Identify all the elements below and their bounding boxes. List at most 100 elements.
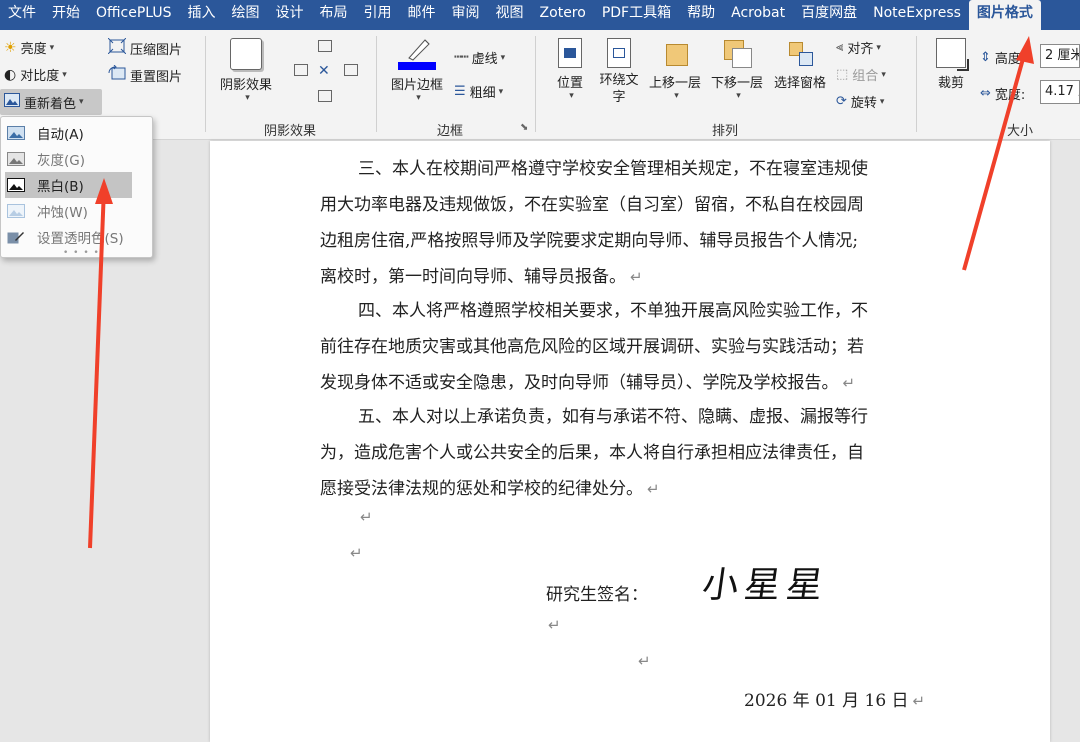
dashes-icon: ┅┅ <box>454 50 469 65</box>
paragraph-mark-icon: ↵ <box>638 652 651 670</box>
document-line-text: 五、本人对以上承诺负责，如有与承诺不符、隐瞒、虚报、漏报等行 <box>358 407 868 427</box>
align-button[interactable]: ⫷ 对齐 ▾ <box>836 38 881 57</box>
recolor-menu-item[interactable]: 自动(A) <box>5 120 132 146</box>
dashes-button[interactable]: ┅┅ 虚线 ▾ <box>454 48 505 67</box>
recolor-button[interactable]: 重新着色 ▾ <box>0 89 102 115</box>
auto-recolor-icon <box>7 126 25 140</box>
shadow-effects-button[interactable]: 阴影效果 ▾ <box>216 38 276 103</box>
menu-tab[interactable]: Acrobat <box>723 0 793 30</box>
handwritten-signature: 小星星 <box>699 565 832 606</box>
group-separator <box>205 36 206 132</box>
document-line: 四、本人将严格遵照学校相关要求，不单独开展高风险实验工作，不 <box>358 296 868 321</box>
washout-icon <box>7 204 25 218</box>
compress-pictures-button[interactable]: 压缩图片 <box>107 37 182 58</box>
send-backward-icon <box>722 38 752 68</box>
size-group-label: 大小 <box>1006 124 1033 139</box>
menu-tab[interactable]: OfficePLUS <box>88 0 180 30</box>
shadow-nudge-up-icon[interactable] <box>318 40 332 52</box>
paragraph-mark-icon: ↵ <box>360 508 373 526</box>
crop-button[interactable]: 裁剪 <box>926 38 976 91</box>
menu-tab[interactable]: NoteExpress <box>865 0 969 30</box>
chevron-down-icon: ▾ <box>49 42 55 53</box>
menu-tab[interactable]: 审阅 <box>444 0 488 30</box>
ribbon: ☀ 亮度 ▾ ◐ 对比度 ▾ 重新着色 ▾ 压缩图片 重置图片 阴影效果 ▾ ✕ 阴影… <box>0 30 1080 140</box>
recolor-menu-item-label: 设置透明色(S) <box>37 231 124 247</box>
weight-button[interactable]: ☰ 粗细 ▾ <box>454 82 503 101</box>
brightness-button[interactable]: ☀ 亮度 ▾ <box>4 38 55 58</box>
reset-picture-button[interactable]: 重置图片 <box>108 64 182 85</box>
selection-pane-button[interactable]: 选择窗格 <box>770 38 830 91</box>
document-line-text: 前往存在地质灾害或其他高危风险的区域开展调研、实验与实践活动；若 <box>320 337 864 357</box>
menu-tab[interactable]: Zotero <box>532 0 594 30</box>
rotate-button[interactable]: ⟳ 旋转 ▾ <box>836 92 884 111</box>
recolor-menu-item[interactable]: 黑白(B) <box>5 172 132 198</box>
position-button[interactable]: 位置 ▾ <box>550 38 590 101</box>
chevron-down-icon: ▾ <box>79 97 84 107</box>
black-white-icon <box>7 178 25 192</box>
grayscale-icon <box>7 152 25 166</box>
group-separator <box>916 36 917 132</box>
menu-tab[interactable]: 文件 <box>0 0 44 30</box>
menu-tab[interactable]: 设计 <box>268 0 312 30</box>
group-button[interactable]: ⬚ 组合 ▾ <box>836 65 886 84</box>
reset-picture-icon <box>108 64 126 85</box>
shadow-nudge-down-icon[interactable] <box>318 90 332 102</box>
menu-tab[interactable]: 插入 <box>180 0 224 30</box>
menu-tab[interactable]: 视图 <box>488 0 532 30</box>
rotate-icon: ⟳ <box>836 94 847 109</box>
group-objects-icon: ⬚ <box>836 67 849 82</box>
wrap-text-button[interactable]: 环绕文字 <box>594 38 644 106</box>
menu-tab[interactable]: 绘图 <box>224 0 268 30</box>
document-line: 发现身体不适或安全隐患，及时向导师（辅导员）、学院及学校报告。 ↵ <box>320 368 855 393</box>
menu-tab[interactable]: 邮件 <box>400 0 444 30</box>
recolor-menu-item-label: 黑白(B) <box>37 179 84 195</box>
bring-forward-button[interactable]: 上移一层 ▾ <box>646 38 704 101</box>
menu-tab[interactable]: 引用 <box>356 0 400 30</box>
border-color-swatch <box>398 62 436 70</box>
border-group-label: 边框 <box>436 124 463 139</box>
recolor-menu-item[interactable]: 设置透明色(S) <box>5 224 132 250</box>
crop-icon <box>936 38 969 71</box>
menu-tab[interactable]: 开始 <box>44 0 88 30</box>
menu-tab[interactable]: 图片格式 <box>968 0 1041 30</box>
menu-tab[interactable]: PDF工具箱 <box>594 0 679 30</box>
chevron-down-icon: ▾ <box>674 91 679 101</box>
send-backward-button[interactable]: 下移一层 ▾ <box>708 38 766 101</box>
picture-border-button[interactable]: 图片边框 ▾ <box>386 36 448 103</box>
height-input[interactable]: 2 厘米 <box>1040 44 1080 68</box>
document-line: 为，造成危害个人或公共安全的后果，本人将自行承担相应法律责任，自 <box>320 438 864 463</box>
shadow-nudge-left-icon[interactable] <box>294 64 308 76</box>
menu-tab[interactable]: 百度网盘 <box>793 0 865 30</box>
shadow-toggle-icon[interactable]: ✕ <box>318 64 334 78</box>
align-icon: ⫷ <box>836 40 844 55</box>
chevron-down-icon: ▾ <box>245 93 250 103</box>
recolor-menu-item[interactable]: 灰度(G) <box>5 146 132 172</box>
paragraph-mark-icon: ↵ <box>548 616 561 634</box>
width-input[interactable]: 4.17 厘 <box>1040 80 1080 104</box>
height-icon: ⇕ <box>980 50 991 65</box>
chevron-down-icon: ▾ <box>876 42 881 53</box>
document-line-text: 愿接受法律法规的惩处和学校的纪律处分。 <box>320 479 643 499</box>
document-line-text: 三、本人在校期间严格遵守学校安全管理相关规定，不在寝室违规使 <box>358 159 868 179</box>
chevron-down-icon: ▾ <box>498 86 504 97</box>
shadow-nudge-right-icon[interactable] <box>344 64 358 76</box>
document-line: 前往存在地质灾害或其他高危风险的区域开展调研、实验与实践活动；若 <box>320 332 864 357</box>
recolor-icon <box>4 93 20 111</box>
arrange-group-label: 排列 <box>711 124 738 139</box>
dialog-launcher-icon[interactable]: ⬊ <box>520 122 528 133</box>
document-line-text: 离校时，第一时间向导师、辅导员报备。 <box>320 267 626 287</box>
width-icon: ⇔ <box>980 86 991 101</box>
contrast-button[interactable]: ◐ 对比度 ▾ <box>4 65 67 85</box>
chevron-down-icon: ▾ <box>879 96 885 107</box>
position-icon <box>558 38 582 68</box>
menu-tab[interactable]: 帮助 <box>679 0 723 30</box>
document-line-text: 发现身体不适或安全隐患，及时向导师（辅导员）、学院及学校报告。 <box>320 373 839 393</box>
paragraph-mark-icon: ↵ <box>842 374 856 392</box>
menu-tab[interactable]: 布局 <box>312 0 356 30</box>
recolor-menu-item[interactable]: 冲蚀(W) <box>5 198 132 224</box>
wrap-text-label: 环绕文字 <box>599 73 639 105</box>
contrast-icon: ◐ <box>4 66 17 83</box>
recolor-menu-item-label: 冲蚀(W) <box>37 205 88 221</box>
paragraph-mark-icon: ↵ <box>630 268 643 286</box>
group-separator <box>535 36 536 132</box>
